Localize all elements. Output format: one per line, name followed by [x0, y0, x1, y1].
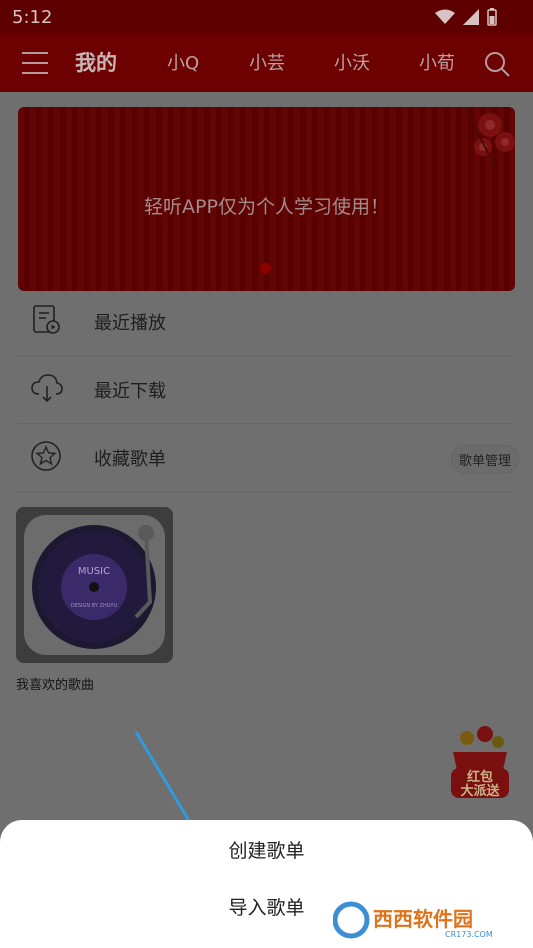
search-icon[interactable] — [483, 50, 511, 78]
tab-xiaoyun[interactable]: 小芸 — [249, 49, 285, 75]
tab-xiaowo[interactable]: 小沃 — [334, 49, 370, 75]
top-navigation-bar: 我的 小Q 小芸 小沃 小荀 — [0, 34, 533, 92]
red-packet-line2: 大派送 — [460, 783, 500, 799]
playlist-caption[interactable]: 我喜欢的歌曲 — [16, 674, 94, 693]
flower-decoration-icon — [464, 107, 515, 168]
cover-subtext: DESIGN BY ZHUYU — [71, 603, 118, 609]
banner-text: 轻听APP仅为个人学习使用！ — [144, 196, 389, 218]
list-item-label: 收藏歌单 — [94, 449, 166, 470]
signal-icon — [463, 9, 479, 25]
status-icons — [435, 8, 497, 26]
download-cloud-icon — [31, 374, 63, 403]
watermark-subtext: CR173.COM — [445, 930, 493, 939]
list-item-recent-download[interactable]: 最近下载 — [0, 356, 533, 424]
wifi-icon — [435, 9, 455, 24]
watermark-text: 西西软件园 — [373, 907, 473, 931]
tab-mine[interactable]: 我的 — [75, 47, 117, 77]
bottom-action-sheet: 创建歌单 导入歌单 西西软件园 CR173.COM — [0, 820, 533, 948]
banner-page-indicator — [260, 263, 271, 274]
hamburger-menu-icon[interactable] — [22, 52, 48, 74]
list-item-favorite-playlists[interactable]: 收藏歌单 歌单管理 — [0, 424, 533, 492]
site-watermark-logo: 西西软件园 CR173.COM — [333, 901, 493, 939]
create-playlist-button[interactable]: 创建歌单 — [0, 836, 533, 863]
list-item-label: 最近下载 — [94, 381, 166, 402]
red-packet-line1: 红包 — [467, 769, 493, 785]
playlist-cover[interactable]: MUSIC DESIGN BY ZHUYU — [16, 507, 173, 663]
tab-xiaoxun[interactable]: 小荀 — [419, 49, 455, 75]
red-packet-promo[interactable]: 红包 大派送 — [443, 724, 517, 804]
red-packet-icon: 红包 大派送 — [451, 726, 509, 799]
vinyl-record-icon: MUSIC DESIGN BY ZHUYU — [24, 515, 165, 655]
list-item-recent-play[interactable]: 最近播放 — [0, 288, 533, 356]
tab-xiaoq[interactable]: 小Q — [167, 49, 199, 75]
star-icon — [31, 441, 61, 471]
list-item-label: 最近播放 — [94, 313, 166, 334]
status-bar: 5:12 — [0, 0, 533, 34]
recent-play-icon — [33, 305, 60, 334]
cover-text: MUSIC — [78, 566, 110, 577]
banner-carousel[interactable]: 轻听APP仅为个人学习使用！ — [18, 107, 515, 291]
playlist-manage-button[interactable]: 歌单管理 — [450, 445, 519, 474]
battery-icon — [487, 8, 497, 26]
status-time: 5:12 — [12, 7, 53, 28]
divider — [18, 491, 515, 492]
